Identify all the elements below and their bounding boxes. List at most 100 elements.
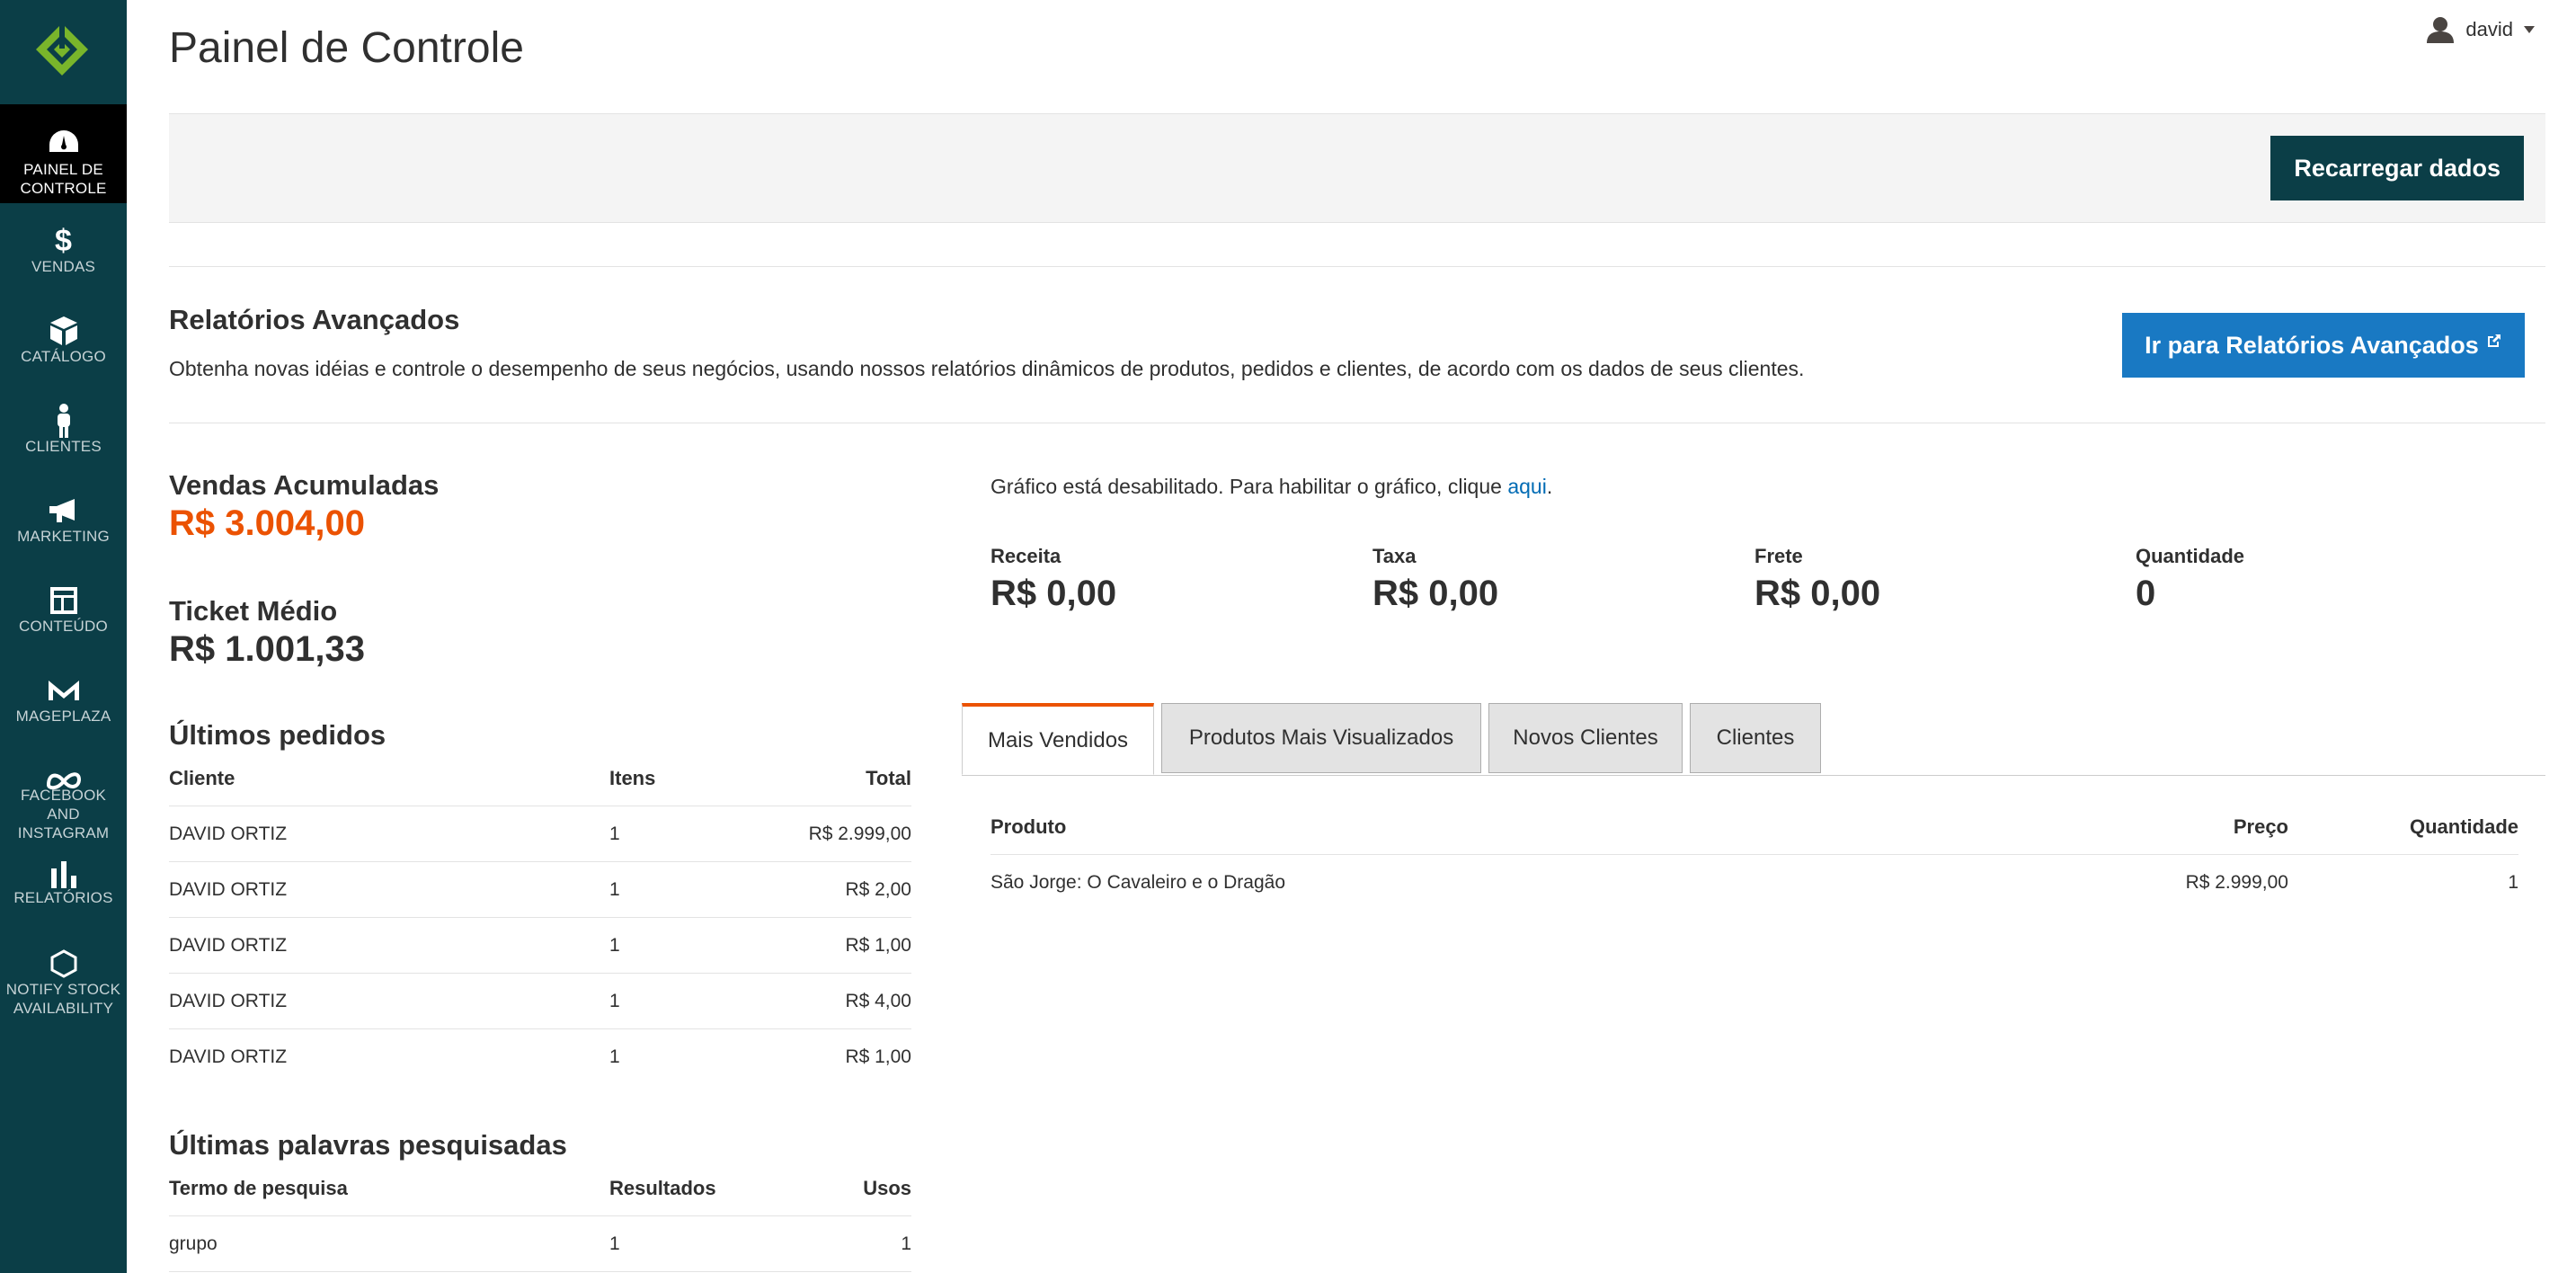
average-order-value: R$ 1.001,33 (169, 629, 365, 669)
search-results: 1 (609, 1215, 780, 1272)
kpi-label: Taxa (1372, 545, 1417, 567)
kpi-label: Quantidade (2136, 545, 2245, 567)
lifetime-sales-value: R$ 3.004,00 (169, 503, 365, 543)
sidebar-item-label: RELATÓRIOS (13, 889, 113, 906)
table-row[interactable]: DAVID ORTIZ 1 R$ 2,00 (169, 861, 911, 918)
dashboard-tabs: Mais Vendidos Produtos Mais Visualizados… (962, 703, 2545, 776)
sidebar-item-label: VENDAS (31, 258, 96, 275)
order-total: R$ 2,00 (780, 861, 911, 918)
order-items: 1 (609, 861, 780, 918)
sidebar-item-mageplaza[interactable]: MAGEPLAZA (0, 653, 127, 752)
magento-logo[interactable] (0, 0, 127, 104)
sidebar-item-label: FACEBOOK AND INSTAGRAM (17, 787, 110, 841)
kpi-label: Receita (990, 545, 1061, 567)
sidebar-item-label: CONTEÚDO (19, 618, 108, 635)
tab-customers[interactable]: Clientes (1690, 703, 1821, 773)
search-term: grupo (169, 1215, 609, 1272)
user-icon (2427, 17, 2455, 43)
tab-new-customers[interactable]: Novos Clientes (1488, 703, 1683, 773)
advanced-reports-description: Obtenha novas idéias e controle o desemp… (169, 357, 1805, 380)
column-header-quantity: Quantidade (2288, 800, 2518, 855)
table-header-row: Cliente Itens Total (169, 752, 911, 806)
megaphone-icon (0, 494, 127, 527)
column-header-product: Produto (990, 800, 2073, 855)
order-total: R$ 2.999,00 (780, 806, 911, 862)
sidebar-item-facebook-instagram[interactable]: FACEBOOK AND INSTAGRAM (0, 743, 127, 841)
divider (169, 266, 2545, 267)
column-header-results: Resultados (609, 1162, 780, 1216)
sidebar-item-label: NOTIFY STOCK AVAILABILITY (5, 981, 121, 1017)
order-items: 1 (609, 917, 780, 974)
order-customer: DAVID ORTIZ (169, 861, 609, 918)
order-customer: DAVID ORTIZ (169, 1046, 288, 1067)
table-header-row: Termo de pesquisa Resultados Usos (169, 1162, 911, 1216)
sidebar-item-marketing[interactable]: MARKETING (0, 473, 127, 572)
chart-disabled-note: Gráfico está desabilitado. Para habilita… (990, 475, 1552, 499)
lifetime-sales-label: Vendas Acumuladas (169, 469, 440, 501)
kpi-label: Frete (1754, 545, 1803, 567)
average-order-label: Ticket Médio (169, 595, 338, 627)
kpi-shipping: Frete R$ 0,00 (1754, 545, 1880, 614)
table-row[interactable]: São Jorge: O Cavaleiro e o Dragão R$ 2.9… (990, 855, 2518, 911)
sidebar-item-notify-stock[interactable]: NOTIFY STOCK AVAILABILITY (0, 926, 127, 1025)
sidebar-item-label: CLIENTES (25, 438, 102, 455)
last-orders-title: Últimos pedidos (169, 719, 386, 751)
dashboard-icon (0, 126, 127, 158)
bar-chart-icon (0, 858, 127, 890)
order-total: R$ 1,00 (780, 917, 911, 974)
chart-note-period: . (1546, 475, 1553, 498)
order-total: R$ 4,00 (780, 973, 911, 1029)
user-menu[interactable]: david (2426, 16, 2535, 43)
kpi-value: R$ 0,00 (1372, 574, 1499, 613)
external-link-icon (2487, 334, 2500, 347)
order-items: 1 (609, 1046, 620, 1067)
order-items: 1 (609, 806, 780, 862)
tab-most-viewed-products[interactable]: Produtos Mais Visualizados (1161, 703, 1481, 773)
sidebar-item-content[interactable]: CONTEÚDO (0, 563, 127, 662)
layout-icon (0, 584, 127, 617)
kpi-value: R$ 0,00 (990, 574, 1117, 613)
table-row[interactable]: DAVID ORTIZ 1 R$ 1,00 (169, 1029, 911, 1085)
sidebar-item-sales[interactable]: $ VENDAS (0, 203, 127, 302)
sidebar-item-reports[interactable]: RELATÓRIOS (0, 836, 127, 935)
product-quantity: 1 (2508, 871, 2518, 893)
chevron-down-icon (2524, 26, 2535, 33)
sidebar-item-label: PAINEL DE CONTROLE (20, 161, 107, 197)
last-search-terms-table: Termo de pesquisa Resultados Usos grupo 1… (169, 1162, 911, 1272)
person-icon (0, 404, 127, 438)
sidebar-item-catalog[interactable]: CATÁLOGO (0, 293, 127, 392)
box-icon (0, 315, 127, 347)
logo-icon (36, 23, 88, 76)
sidebar-item-label: MARKETING (17, 528, 110, 545)
reload-bar: Recarregar dados (169, 113, 2545, 223)
page-title: Painel de Controle (169, 24, 524, 72)
last-search-terms-title: Últimas palavras pesquisadas (169, 1129, 567, 1161)
sidebar-item-label: CATÁLOGO (21, 348, 106, 365)
table-row[interactable]: DAVID ORTIZ 1 R$ 2.999,00 (169, 806, 911, 862)
table-row[interactable]: DAVID ORTIZ 1 R$ 4,00 (169, 973, 911, 1029)
hexagon-icon (0, 948, 127, 980)
sidebar-item-dashboard[interactable]: PAINEL DE CONTROLE (0, 104, 127, 203)
mageplaza-icon (0, 674, 127, 707)
kpi-revenue: Receita R$ 0,00 (990, 545, 1116, 614)
kpi-value: R$ 0,00 (1754, 574, 1881, 613)
search-uses: 1 (780, 1215, 911, 1272)
tab-bestsellers[interactable]: Mais Vendidos (962, 703, 1154, 775)
advanced-reports-title: Relatórios Avançados (169, 304, 460, 335)
column-header-search-term: Termo de pesquisa (169, 1162, 609, 1216)
last-orders-table: Cliente Itens Total DAVID ORTIZ 1 R$ 2.999… (169, 752, 911, 1084)
sidebar-item-customers[interactable]: CLIENTES (0, 383, 127, 482)
column-header-items: Itens (609, 752, 780, 806)
product-name: São Jorge: O Cavaleiro e o Dragão (990, 871, 1286, 893)
reload-data-button[interactable]: Recarregar dados (2270, 136, 2524, 200)
table-row[interactable]: grupo 1 1 (169, 1215, 911, 1272)
table-row[interactable]: DAVID ORTIZ 1 R$ 1,00 (169, 917, 911, 974)
kpi-tax: Taxa R$ 0,00 (1372, 545, 1498, 614)
chart-note-text: Gráfico está desabilitado. Para habilita… (990, 475, 1508, 498)
go-to-advanced-reports-button[interactable]: Ir para Relatórios Avançados (2122, 313, 2525, 378)
product-price: R$ 2.999,00 (2185, 871, 2288, 893)
dollar-icon: $ (55, 223, 72, 258)
order-customer: DAVID ORTIZ (169, 806, 609, 862)
column-header-total: Total (780, 752, 911, 806)
enable-chart-link[interactable]: aqui (1507, 475, 1546, 498)
